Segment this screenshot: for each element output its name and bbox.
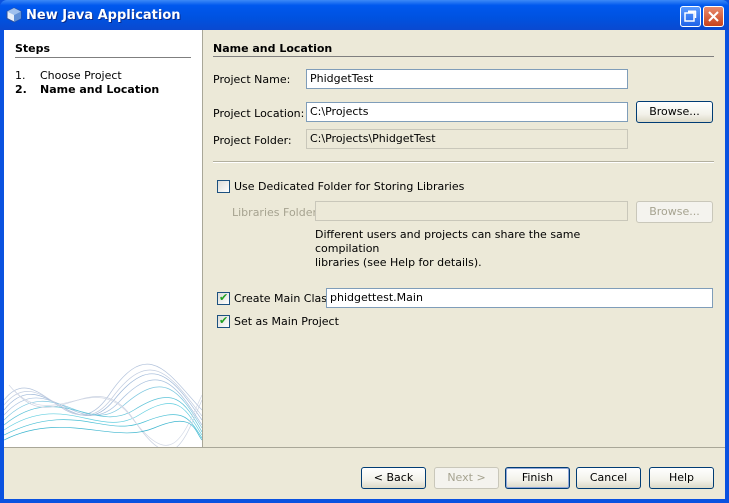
separator [213, 161, 714, 163]
title-bar[interactable]: New Java Application [0, 0, 729, 30]
libraries-folder-label: Libraries Folder: [232, 206, 321, 219]
back-button[interactable]: < Back [361, 467, 426, 489]
project-location-label: Project Location: [213, 107, 305, 120]
restore-icon [684, 10, 697, 22]
dedicated-libraries-checkbox[interactable] [217, 180, 230, 193]
checkmark-icon: ✔ [219, 314, 229, 327]
libraries-note: Different users and projects can share t… [315, 228, 581, 269]
footer-divider [4, 447, 725, 448]
steps-divider [15, 57, 191, 58]
decorative-swirl-image [4, 363, 202, 447]
project-name-label: Project Name: [213, 73, 291, 86]
step-number: 1. [15, 69, 26, 82]
dialog-body: Steps 1. Choose Project 2. Name and Locati… [4, 30, 725, 499]
checkmark-icon: ✔ [219, 291, 229, 304]
set-main-project-checkbox[interactable]: ✔ [217, 314, 230, 328]
step-label: Name and Location [40, 83, 160, 96]
section-divider [213, 56, 714, 57]
new-java-application-window: New Java Application Steps 1. Choose Proj… [0, 0, 729, 503]
close-button[interactable] [703, 6, 724, 27]
step-label: Choose Project [40, 69, 122, 82]
step-item: 1. Choose Project [15, 69, 122, 82]
project-folder-field: C:\Projects\PhidgetTest [306, 129, 628, 149]
steps-heading: Steps [15, 42, 51, 55]
section-title: Name and Location [213, 42, 333, 55]
name-and-location-panel: Name and Location Project Name: PhidgetT… [202, 30, 725, 447]
project-folder-label: Project Folder: [213, 134, 292, 147]
step-item-current: 2. Name and Location [15, 83, 159, 96]
project-location-input[interactable]: C:\Projects [306, 102, 628, 122]
help-button[interactable]: Help [649, 467, 714, 489]
set-main-project-label[interactable]: Set as Main Project [234, 315, 339, 328]
create-main-class-label[interactable]: Create Main Class [234, 292, 333, 305]
step-number: 2. [15, 83, 27, 96]
project-name-input[interactable]: PhidgetTest [306, 69, 628, 89]
next-button[interactable]: Next > [434, 467, 499, 489]
browse-location-button[interactable]: Browse... [636, 101, 713, 123]
main-class-input[interactable]: phidgettest.Main [326, 288, 713, 308]
window-title: New Java Application [26, 8, 181, 23]
finish-button[interactable]: Finish [505, 467, 570, 489]
java-app-icon [6, 7, 22, 23]
close-icon [708, 11, 719, 22]
restore-button[interactable] [680, 6, 701, 27]
libraries-folder-input[interactable] [315, 201, 628, 221]
dedicated-libraries-label[interactable]: Use Dedicated Folder for Storing Librari… [234, 180, 464, 193]
steps-panel: Steps 1. Choose Project 2. Name and Locati… [4, 30, 203, 447]
cancel-button[interactable]: Cancel [576, 467, 641, 489]
browse-libraries-button[interactable]: Browse... [636, 201, 713, 223]
create-main-class-checkbox[interactable]: ✔ [217, 291, 230, 305]
